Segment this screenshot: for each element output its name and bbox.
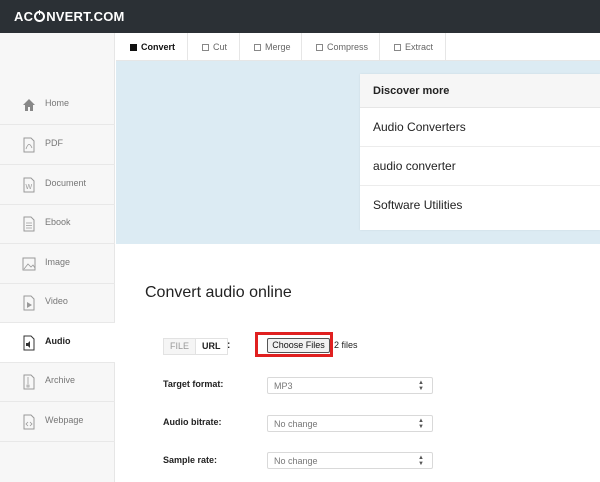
sidebar-item-audio[interactable]: Audio [0,323,115,363]
sample-rate-select[interactable]: No change ▲ ▼ [267,452,433,469]
select-value: No change [274,456,318,466]
pdf-icon [23,137,35,153]
top-bar: AC NVERT.COM [0,0,600,33]
logo-text-right: NVERT.COM [46,9,125,24]
tab-label: Convert [141,42,176,52]
tab-label: Compress [327,42,369,52]
logo-text-left: AC [14,9,34,24]
power-icon [34,10,46,22]
tab-convert[interactable]: Convert [116,33,188,61]
sidebar-item-label: Webpage [45,415,84,425]
page-title: Convert audio online [145,284,292,301]
video-icon [23,295,35,311]
sidebar: Home PDF W Document Ebook Image Video Au… [0,33,115,482]
sidebar-item-label: Home [45,98,70,108]
discover-link-audio-converter[interactable]: audio converter [360,147,600,186]
discover-link-audio-converters[interactable]: Audio Converters [360,108,600,147]
image-icon [22,257,36,271]
source-colon: : [227,340,231,351]
select-value: MP3 [274,381,293,391]
sample-rate-label: Sample rate: [163,455,218,465]
files-count: 2 files [334,340,358,350]
select-arrows-icon: ▲ ▼ [418,418,424,430]
choose-files-button[interactable]: Choose Files [267,338,330,353]
tab-bar: Convert Cut Merge Compress Extract [116,33,600,61]
sidebar-item-archive[interactable]: Archive [0,362,115,402]
sidebar-item-label: Image [45,257,71,267]
sidebar-item-pdf[interactable]: PDF [0,125,115,165]
checkbox-icon [202,43,209,51]
source-file-tab[interactable]: FILE [164,339,196,354]
audio-bitrate-select[interactable]: No change ▲ ▼ [267,415,433,432]
select-arrows-icon: ▲ ▼ [418,380,424,392]
select-value: No change [274,419,318,429]
active-item-pointer [108,336,116,352]
target-format-select[interactable]: MP3 ▲ ▼ [267,377,433,394]
audio-bitrate-label: Audio bitrate: [163,417,222,427]
sidebar-item-video[interactable]: Video [0,283,115,323]
discover-link-label: Audio Converters [373,120,466,134]
discover-link-label: Software Utilities [373,198,463,212]
select-arrows-icon: ▲ ▼ [418,455,424,467]
sidebar-item-webpage[interactable]: Webpage [0,402,115,442]
checkbox-icon [130,43,137,51]
audio-icon [23,335,35,351]
tab-label: Cut [213,42,228,52]
tab-extract[interactable]: Extract [380,33,446,61]
source-toggle: FILE URL [163,338,228,355]
sidebar-item-label: PDF [45,138,63,148]
svg-text:W: W [26,184,33,191]
webpage-icon [23,414,35,430]
sidebar-item-document[interactable]: W Document [0,165,115,205]
sidebar-item-label: Audio [45,336,71,346]
target-format-label: Target format: [163,379,224,389]
source-url-tab[interactable]: URL [195,339,227,354]
sidebar-item-home[interactable]: Home [0,85,115,125]
sidebar-item-ebook[interactable]: Ebook [0,204,115,244]
discover-link-label: audio converter [373,159,456,173]
tab-label: Merge [265,42,291,52]
home-icon [23,99,35,111]
discover-more-panel: Discover more Audio Converters audio con… [360,74,600,230]
ebook-icon [23,216,35,232]
sidebar-item-label: Video [45,296,68,306]
discover-more-title: Discover more [373,85,450,97]
tab-label: Extract [405,42,434,52]
sidebar-item-label: Ebook [45,217,71,227]
checkbox-icon [254,43,261,51]
sidebar-item-image[interactable]: Image [0,244,115,284]
discover-more-header: Discover more [360,74,600,108]
site-logo[interactable]: AC NVERT.COM [14,9,125,24]
tab-cut[interactable]: Cut [188,33,240,61]
tab-merge[interactable]: Merge [240,33,302,61]
tab-compress[interactable]: Compress [302,33,380,61]
document-icon: W [23,177,35,193]
discover-link-software-utilities[interactable]: Software Utilities [360,186,600,225]
checkbox-icon [316,43,323,51]
archive-icon [23,374,35,390]
checkbox-icon [394,43,401,51]
sidebar-item-label: Archive [45,375,76,385]
sidebar-item-label: Document [45,178,87,188]
